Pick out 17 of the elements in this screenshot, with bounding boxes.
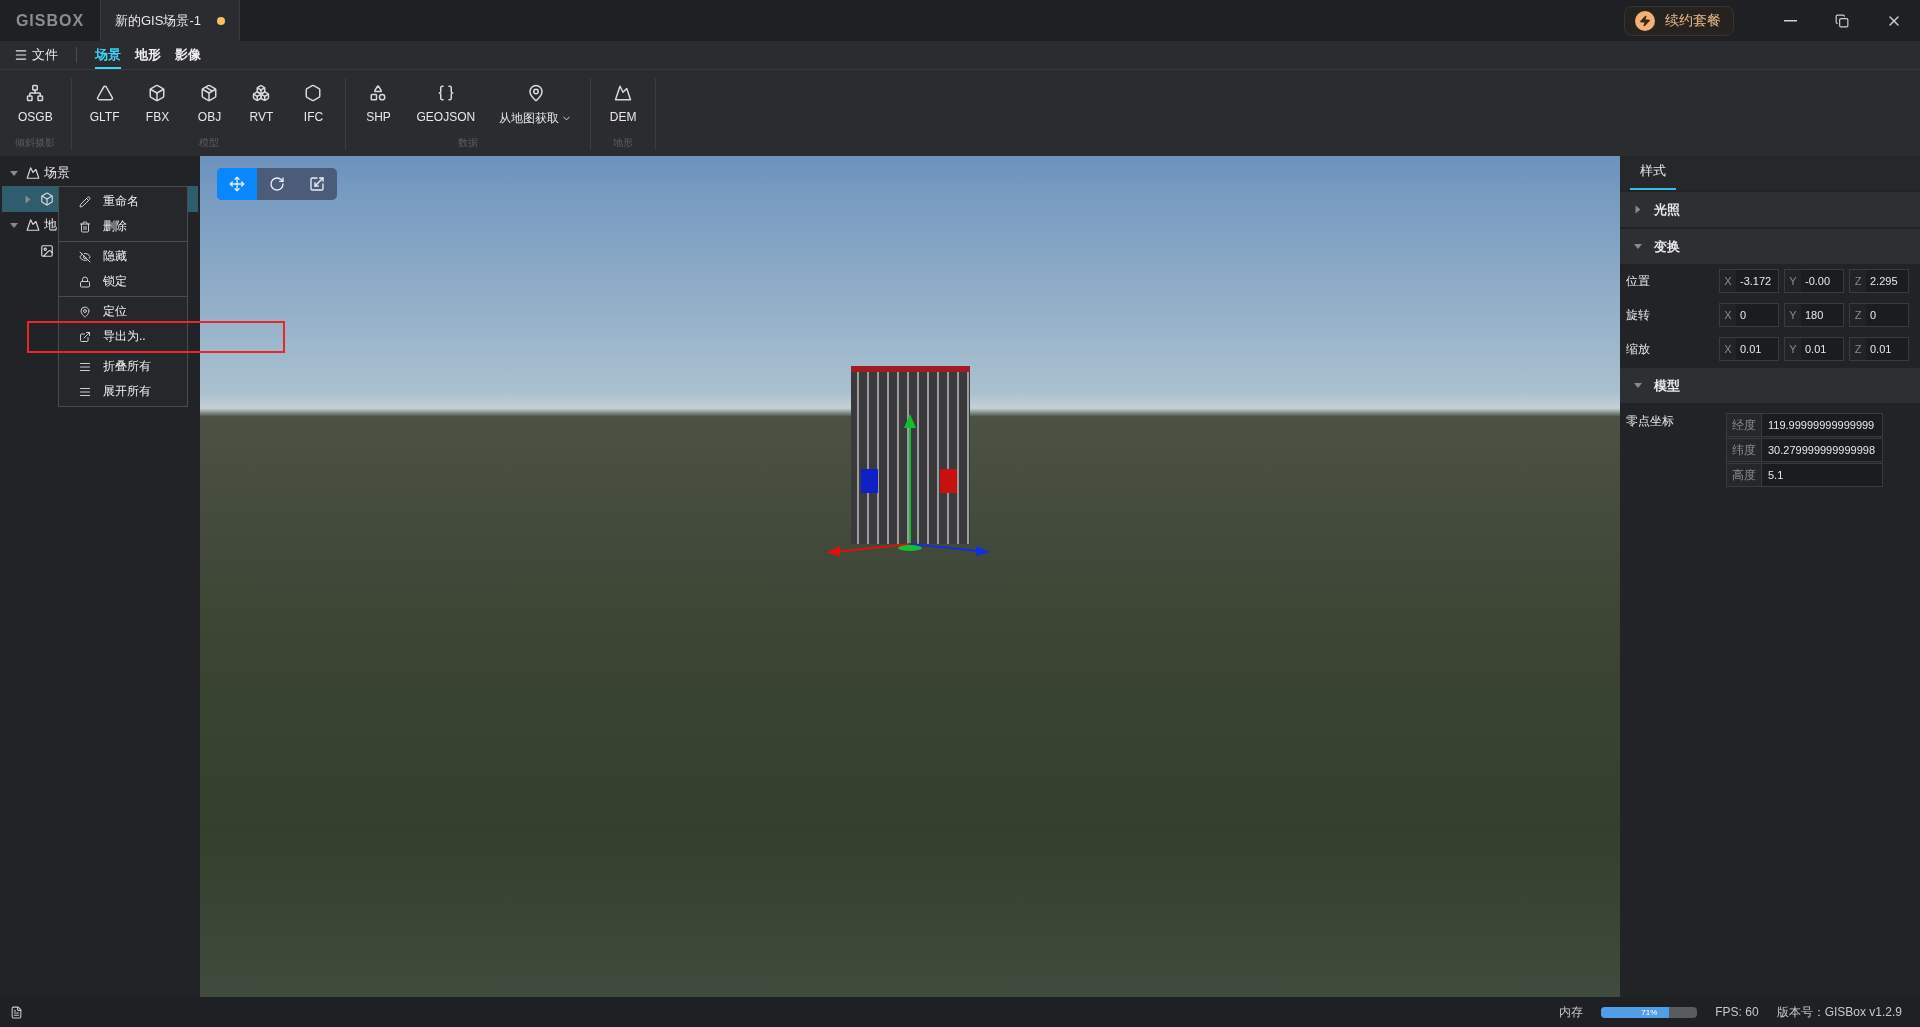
- property-label: 零点坐标: [1626, 413, 1675, 430]
- property-label: 缩放: [1626, 340, 1651, 358]
- file-label: 文件: [32, 46, 58, 64]
- app-logo: GISBOX: [14, 10, 86, 31]
- renew-label: 续约套餐: [1665, 11, 1721, 30]
- section-title: 变换: [1654, 237, 1680, 256]
- property-label: 位置: [1626, 272, 1651, 290]
- document-title: 新的GIS场景-1: [115, 11, 201, 30]
- version-text: 版本号：GISBox v1.2.9: [1776, 1003, 1902, 1021]
- fps-text: FPS: 60: [1715, 1005, 1759, 1019]
- property-label: 旋转: [1626, 306, 1651, 324]
- memory-label: 内存: [1559, 1003, 1584, 1021]
- tree-label: 场景: [44, 164, 70, 182]
- memory-reading: 71%: [1640, 1006, 1659, 1018]
- section-title: 模型: [1654, 376, 1680, 395]
- section-title: 光照: [1654, 200, 1680, 219]
- tree-label: 地: [44, 216, 57, 234]
